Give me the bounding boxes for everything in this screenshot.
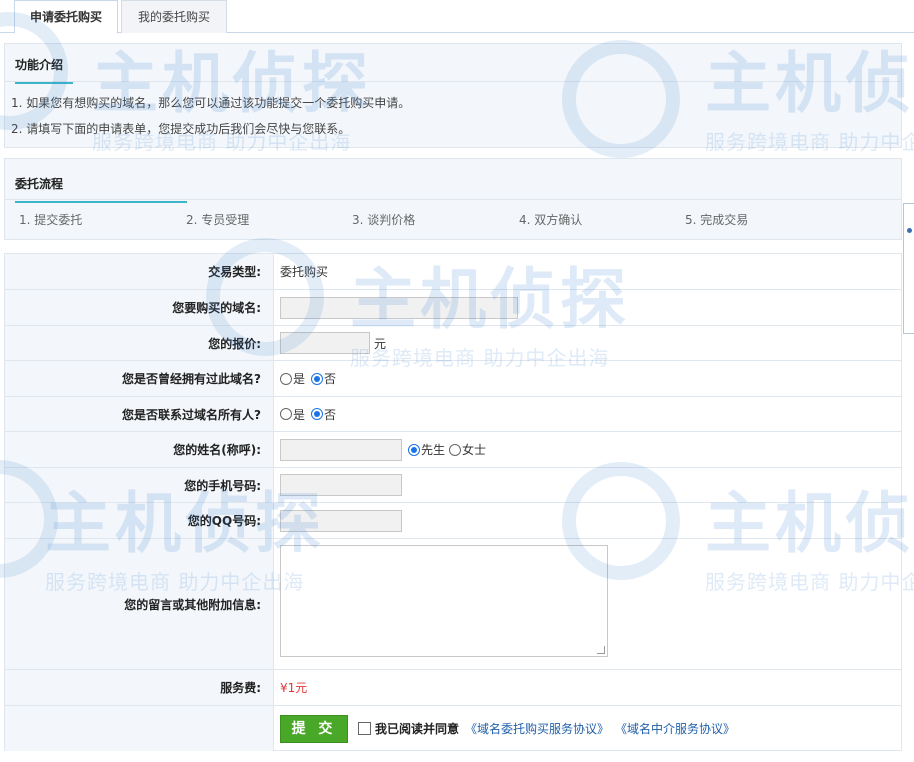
flow-step-5: 5. 完成交易 (685, 213, 749, 227)
dot-icon (907, 228, 912, 233)
form-row-qq: 您的QQ号码: (5, 502, 901, 538)
ms-text: 女士 (462, 443, 487, 457)
mr-radio[interactable] (408, 443, 420, 456)
price-label: 您的报价: (5, 326, 274, 360)
trade-type-label: 交易类型: (5, 254, 274, 289)
form-row-price: 您的报价: 元 (5, 325, 901, 360)
form-row-trade-type: 交易类型: 委托购买 (5, 254, 901, 289)
resize-handle-icon[interactable] (597, 646, 605, 654)
intro-line-2: 2. 请填写下面的申请表单，您提交成功后我们会尽快与您联系。 (11, 122, 351, 136)
tab-apply-purchase[interactable]: 申请委托购买 (14, 0, 118, 34)
ms-radio[interactable] (449, 443, 462, 456)
agreement-link-escrow[interactable]: 《域名中介服务协议》 (615, 720, 735, 737)
name-label: 您的姓名(称呼): (5, 432, 274, 467)
intro-line-1: 1. 如果您有想购买的域名，那么您可以通过该功能提交一个委托购买申请。 (11, 96, 411, 110)
purchase-form: 交易类型: 委托购买 您要购买的域名: 您的报价: 元 您是否曾经拥有过此域名?… (4, 253, 902, 751)
contacted-yes-radio[interactable] (280, 408, 292, 420)
owned-no-text: 否 (324, 372, 337, 386)
divider (5, 81, 901, 82)
owned-yes-text: 是 (293, 372, 306, 386)
agree-checkbox[interactable] (358, 722, 371, 735)
message-label: 您的留言或其他附加信息: (5, 539, 274, 669)
submit-label-cell (5, 706, 274, 751)
form-row-domain: 您要购买的域名: (5, 289, 901, 325)
fee-value: ¥1元 (280, 681, 308, 695)
domain-input[interactable] (280, 296, 518, 319)
flow-step-4: 4. 双方确认 (519, 213, 583, 227)
agreement-link-purchase[interactable]: 《域名委托购买服务协议》 (465, 720, 609, 737)
owned-yes-radio[interactable] (280, 372, 292, 385)
form-row-name: 您的姓名(称呼): 先生 女士 (5, 431, 901, 467)
form-row-fee: 服务费: ¥1元 (5, 669, 901, 705)
phone-label: 您的手机号码: (5, 468, 274, 502)
fee-label: 服务费: (5, 670, 274, 705)
form-row-contacted: 您是否联系过域名所有人? 是 否 (5, 396, 901, 431)
form-row-phone: 您的手机号码: (5, 467, 901, 502)
divider (5, 199, 901, 200)
flow-step-2: 2. 专员受理 (186, 213, 250, 227)
qq-input[interactable] (280, 509, 402, 532)
form-row-owned: 您是否曾经拥有过此域名? 是 否 (5, 360, 901, 396)
tab-bar: 申请委托购买 我的委托购买 (0, 0, 914, 34)
contacted-no-text: 否 (324, 407, 337, 422)
phone-input[interactable] (280, 474, 402, 496)
submit-button[interactable]: 提 交 (280, 714, 348, 743)
price-input[interactable] (280, 332, 370, 354)
flow-step-3: 3. 谈判价格 (352, 213, 416, 227)
side-float-panel[interactable] (903, 203, 914, 334)
tab-my-purchases[interactable]: 我的委托购买 (121, 0, 227, 33)
contacted-yes-text: 是 (293, 407, 306, 422)
qq-label: 您的QQ号码: (5, 503, 274, 538)
flow-step-1: 1. 提交委托 (19, 213, 83, 227)
intro-panel: 功能介绍 1. 如果您有想购买的域名，那么您可以通过该功能提交一个委托购买申请。… (4, 43, 902, 148)
flow-panel: 委托流程 1. 提交委托 2. 专员受理 3. 谈判价格 4. 双方确认 5. … (4, 158, 902, 240)
agree-text: 我已阅读并同意 (375, 722, 460, 736)
form-row-message: 您的留言或其他附加信息: (5, 538, 901, 669)
domain-label: 您要购买的域名: (5, 290, 274, 325)
form-row-submit: 提 交 我已阅读并同意 《域名委托购买服务协议》 《域名中介服务协议》 (5, 705, 901, 751)
name-input[interactable] (280, 438, 402, 461)
mr-text: 先生 (421, 443, 446, 457)
trade-type-value: 委托购买 (280, 265, 329, 279)
contacted-label: 您是否联系过域名所有人? (5, 397, 274, 431)
price-unit: 元 (374, 336, 387, 351)
intro-title: 功能介绍 (15, 56, 73, 84)
owned-no-radio[interactable] (311, 372, 324, 385)
contacted-no-radio[interactable] (311, 408, 324, 420)
owned-label: 您是否曾经拥有过此域名? (5, 361, 274, 396)
message-textarea[interactable] (280, 545, 608, 657)
